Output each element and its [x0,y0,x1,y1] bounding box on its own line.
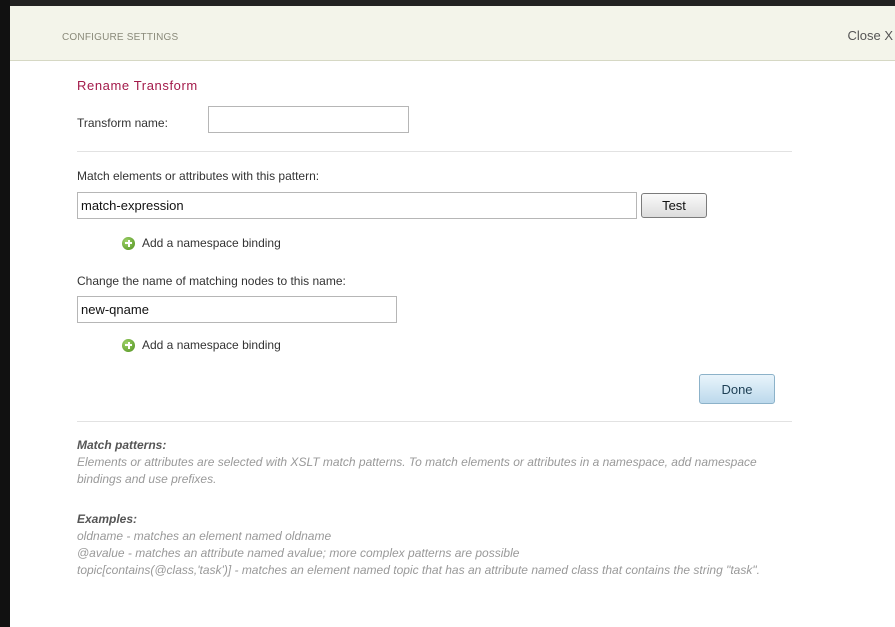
match-patterns-heading: Match patterns: [77,438,167,452]
add-namespace-binding-label: Add a namespace binding [142,236,281,250]
section-title: Rename Transform [77,78,198,93]
examples-help: Examples: oldname - matches an element n… [77,511,797,579]
section-divider-bottom [77,421,792,422]
plus-circle-icon [122,338,135,352]
plus-circle-icon [122,236,135,250]
add-namespace-binding-link-2[interactable]: Add a namespace binding [122,337,281,353]
new-name-input[interactable] [77,296,397,323]
match-pattern-label: Match elements or attributes with this p… [77,169,320,183]
rename-label: Change the name of matching nodes to thi… [77,274,346,288]
example-line: @avalue - matches an attribute named ava… [77,546,520,560]
match-pattern-input[interactable] [77,192,637,219]
match-patterns-text: Elements or attributes are selected with… [77,455,757,486]
close-button[interactable]: Close X [847,28,893,43]
transform-name-input[interactable] [208,106,409,133]
test-button[interactable]: Test [641,193,707,218]
examples-heading: Examples: [77,512,138,526]
done-button[interactable]: Done [699,374,775,404]
section-divider-top [77,151,792,152]
example-line: oldname - matches an element named oldna… [77,529,332,543]
header-title: CONFIGURE SETTINGS [62,32,179,43]
add-namespace-binding-link-1[interactable]: Add a namespace binding [122,235,281,251]
transform-name-label: Transform name: [77,116,168,130]
dialog-header: CONFIGURE SETTINGS Close X [10,6,895,61]
match-patterns-help: Match patterns: Elements or attributes a… [77,437,797,488]
window-frame-left [0,0,10,627]
example-line: topic[contains(@class,'task')] - matches… [77,563,760,577]
add-namespace-binding-label: Add a namespace binding [142,338,281,352]
